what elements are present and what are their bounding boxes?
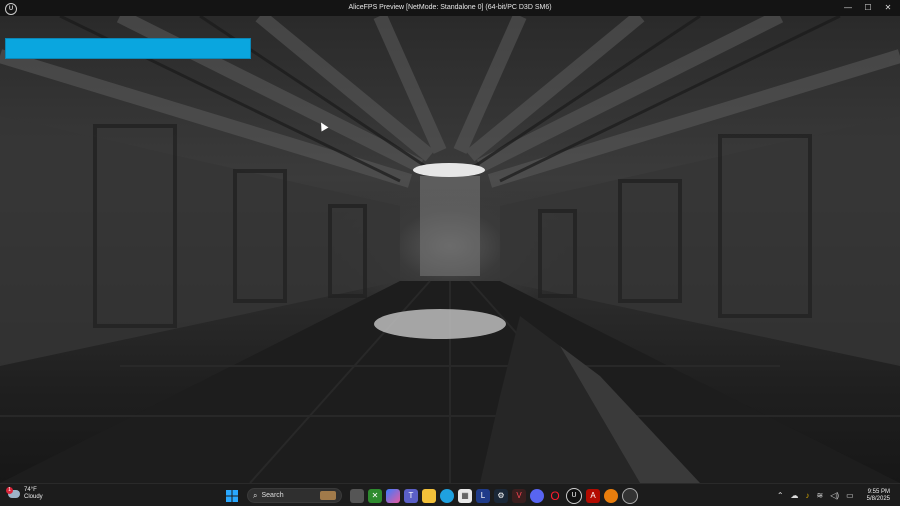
microphone-icon[interactable]: ♪: [806, 491, 810, 500]
acrobat-icon[interactable]: A: [586, 488, 600, 503]
search-highlight-icon: [320, 491, 336, 500]
close-button[interactable]: ✕: [878, 0, 898, 16]
weather-widget[interactable]: 1 74°F Cloudy: [6, 487, 43, 501]
maximize-button[interactable]: ☐: [858, 0, 878, 16]
clock-date: 5/8/2025: [866, 495, 890, 502]
blender-icon[interactable]: [604, 488, 618, 503]
search-input[interactable]: ⌕ Search: [247, 488, 342, 503]
corridor-scene: [0, 16, 900, 483]
start-icon[interactable]: [225, 489, 239, 503]
health-bar: [5, 38, 251, 59]
system-tray: ⌃ ☁ ♪ ≋ ◁) ▭ 9:55 PM 5/8/2025: [777, 487, 890, 504]
game-viewport[interactable]: 600: [0, 16, 900, 483]
clock-time: 9:55 PM: [867, 488, 890, 495]
taskbar: 1 74°F Cloudy ⌕ Search ✕ T ▦ L ⚙ V O U A: [0, 483, 900, 506]
notification-badge: 1: [6, 487, 13, 494]
edge-icon[interactable]: [440, 488, 454, 503]
teams-icon[interactable]: T: [404, 488, 418, 503]
search-icon: ⌕: [253, 490, 258, 500]
opera-icon[interactable]: O: [548, 489, 562, 503]
obs-icon[interactable]: [622, 487, 638, 504]
weather-temp: 74°F: [24, 487, 37, 493]
file-explorer-icon[interactable]: [422, 488, 436, 503]
xbox-icon[interactable]: ✕: [368, 488, 382, 503]
league-icon[interactable]: L: [476, 488, 490, 503]
weather-condition: Cloudy: [24, 494, 43, 500]
search-placeholder: Search: [261, 492, 284, 499]
title-bar: U AliceFPS Preview [NetMode: Standalone …: [0, 0, 900, 16]
unreal-icon[interactable]: U: [566, 487, 582, 504]
cloud-icon: 1: [6, 487, 20, 498]
wifi-icon[interactable]: ≋: [817, 491, 824, 500]
chevron-up-icon[interactable]: ⌃: [777, 491, 784, 500]
volume-icon[interactable]: ◁): [830, 491, 839, 500]
onedrive-icon[interactable]: ☁: [791, 491, 799, 500]
steam-icon[interactable]: ⚙: [494, 488, 508, 503]
taskbar-apps: ⌕ Search ✕ T ▦ L ⚙ V O U A: [225, 487, 638, 504]
copilot-icon[interactable]: [386, 488, 400, 503]
discord-icon[interactable]: [530, 488, 544, 503]
clock[interactable]: 9:55 PM 5/8/2025: [867, 489, 890, 503]
task-view-icon[interactable]: [350, 488, 364, 503]
valorant-icon[interactable]: V: [512, 488, 526, 503]
minimize-button[interactable]: —: [838, 0, 858, 16]
window-title: AliceFPS Preview [NetMode: Standalone 0]…: [348, 4, 552, 11]
store-icon[interactable]: ▦: [458, 488, 472, 503]
battery-icon[interactable]: ▭: [846, 491, 854, 500]
